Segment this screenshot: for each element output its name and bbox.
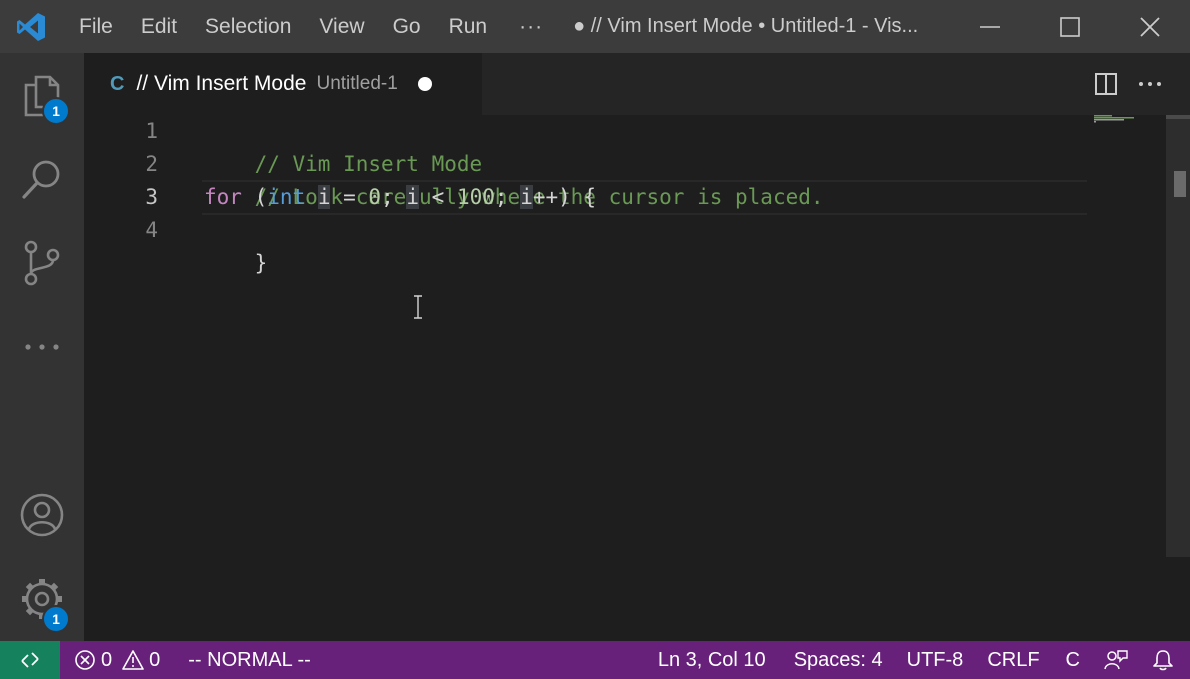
variable-token: i — [520, 185, 533, 209]
code-line-1[interactable]: // Vim Insert Mode — [204, 115, 483, 176]
source-control-icon — [24, 240, 60, 286]
punctuation-token: ( — [241, 185, 268, 209]
cursor-position[interactable]: Ln 3, Col 10 — [646, 641, 778, 679]
window-title: ● // Vim Insert Mode • Untitled-1 - Vis.… — [573, 15, 919, 37]
variable-token: i — [317, 185, 331, 209]
notifications-button[interactable] — [1140, 641, 1190, 679]
unsaved-dot-icon[interactable] — [417, 77, 432, 91]
menu-file[interactable]: File — [65, 0, 127, 53]
number-token: 100 — [456, 185, 495, 209]
menu-more-icon[interactable]: ··· — [501, 0, 561, 53]
tab-description: Untitled-1 — [316, 73, 398, 94]
explorer-badge: 1 — [42, 97, 70, 125]
status-bar-right: Ln 3, Col 10 Spaces: 4 UTF-8 CRLF C — [646, 641, 1190, 679]
activity-manage[interactable]: 1 — [0, 559, 84, 639]
activity-more[interactable] — [0, 307, 84, 387]
line-number: 4 — [145, 218, 158, 242]
maximize-button[interactable] — [1030, 0, 1110, 53]
remote-button[interactable] — [0, 641, 60, 679]
window-controls — [950, 0, 1190, 53]
encoding[interactable]: UTF-8 — [895, 641, 976, 679]
activity-explorer[interactable]: 1 — [0, 55, 84, 135]
code-line-4[interactable]: } — [204, 214, 268, 275]
punctuation-token: } — [254, 251, 268, 275]
error-icon — [75, 650, 95, 670]
indentation[interactable]: Spaces: 4 — [778, 641, 895, 679]
bell-icon — [1153, 650, 1173, 671]
activity-search[interactable] — [0, 139, 84, 219]
number-token: 0 — [368, 185, 382, 209]
remote-icon — [21, 652, 39, 668]
warning-icon — [122, 650, 144, 670]
punctuation-token: < — [419, 185, 457, 209]
type-token: int — [267, 185, 306, 209]
vim-mode: -- NORMAL -- — [188, 648, 311, 671]
minimap[interactable] — [1094, 115, 1166, 123]
editor-actions — [1084, 53, 1172, 115]
punctuation-token: ; — [494, 185, 521, 209]
scrollbar-top — [1166, 115, 1190, 119]
search-icon — [22, 160, 60, 199]
code-line-3[interactable]: for (int i = 0; i < 100; i++) { — [204, 181, 596, 214]
c-language-icon: C — [110, 72, 125, 95]
account-icon — [20, 493, 64, 537]
close-button[interactable] — [1110, 0, 1190, 53]
ellipsis-icon — [25, 344, 59, 350]
problems-indicator[interactable]: 0 0 — [60, 641, 172, 679]
more-actions-icon — [1139, 82, 1161, 86]
feedback-button[interactable] — [1092, 641, 1140, 679]
activity-accounts[interactable] — [0, 475, 84, 555]
minimize-button[interactable] — [950, 0, 1030, 53]
text-cursor-icon — [414, 295, 422, 319]
tab-bar: C // Vim Insert Mode Untitled-1 — [84, 53, 1190, 115]
menu-view[interactable]: View — [305, 0, 378, 53]
menu-go[interactable]: Go — [379, 0, 435, 53]
vscode-logo-icon[interactable] — [15, 11, 47, 43]
punctuation-token: = — [330, 185, 369, 209]
line-number-active: 3 — [145, 185, 158, 209]
close-icon — [1140, 16, 1160, 37]
tab-title: // Vim Insert Mode — [136, 72, 307, 95]
status-bar: 0 0 -- NORMAL -- Ln 3, Col 10 Spaces: 4 … — [0, 641, 1190, 679]
title-bar: File Edit Selection View Go Run ··· ● //… — [0, 0, 1190, 53]
punctuation-token: ; — [381, 185, 407, 209]
punctuation-token: ++) { — [532, 185, 597, 209]
activity-bar: 1 1 — [0, 53, 84, 641]
maximize-icon — [1060, 16, 1080, 37]
variable-token: i — [406, 185, 420, 209]
activity-source-control[interactable] — [0, 223, 84, 303]
minimize-icon — [980, 25, 1000, 28]
menu-run[interactable]: Run — [435, 0, 502, 53]
menu-edit[interactable]: Edit — [127, 0, 191, 53]
tab-untitled-1[interactable]: C // Vim Insert Mode Untitled-1 — [84, 53, 482, 115]
warning-count: 0 — [149, 648, 161, 671]
line-number: 2 — [145, 152, 158, 176]
split-editor-icon — [1095, 73, 1117, 95]
menu-bar: File Edit Selection View Go Run ··· — [65, 0, 561, 53]
split-editor-button[interactable] — [1084, 64, 1128, 104]
code-line-2[interactable]: // Look carefully where the cursor is pl… — [204, 148, 824, 209]
language-mode[interactable]: C — [1052, 641, 1092, 679]
error-count: 0 — [101, 648, 113, 671]
line-number: 1 — [145, 119, 158, 143]
manage-badge: 1 — [42, 605, 70, 633]
feedback-icon — [1104, 650, 1128, 670]
code-editor[interactable]: 1 2 3 4 // Vim Insert Mode // Look caref… — [84, 115, 1190, 641]
more-actions-button[interactable] — [1128, 64, 1172, 104]
end-of-line[interactable]: CRLF — [975, 641, 1051, 679]
keyword-token: for — [204, 185, 242, 209]
scrollbar-cursor-marker — [1174, 171, 1186, 197]
menu-selection[interactable]: Selection — [191, 0, 305, 53]
